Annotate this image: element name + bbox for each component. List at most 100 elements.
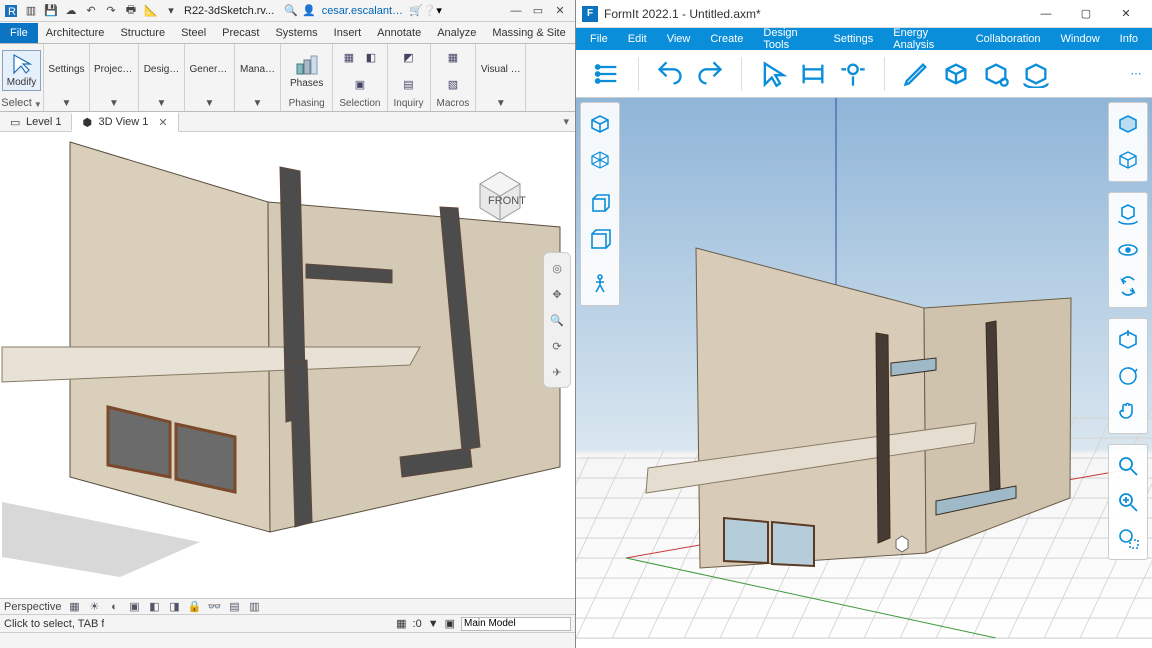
chevron-down-icon[interactable]: ▼ xyxy=(60,96,74,109)
selection-ids-icon[interactable]: ◧ xyxy=(362,49,380,67)
steering-wheel-icon[interactable]: ◎ xyxy=(546,257,568,279)
toolbar-overflow-icon[interactable]: ⋯ xyxy=(1126,55,1146,93)
zoom-icon[interactable]: 🔍 xyxy=(546,309,568,331)
zoom-fit-icon[interactable] xyxy=(1111,485,1145,519)
pan-icon[interactable]: ✥ xyxy=(546,283,568,305)
shadows-icon[interactable]: ◐ xyxy=(107,600,121,614)
tab-precast[interactable]: Precast xyxy=(214,23,267,43)
send-icon[interactable]: ✈ xyxy=(546,361,568,383)
main-model-dropdown[interactable] xyxy=(461,617,571,631)
qat-save-icon[interactable]: 💾 xyxy=(44,4,58,18)
orbit-icon[interactable]: ⟳ xyxy=(546,335,568,357)
close-view-icon[interactable]: ✕ xyxy=(158,116,167,129)
box-perspective-icon[interactable] xyxy=(583,187,617,221)
selection-box-icon[interactable]: ▣ xyxy=(351,76,369,94)
qat-open-icon[interactable]: ▥ xyxy=(24,4,38,18)
tab-insert[interactable]: Insert xyxy=(326,23,370,43)
tab-architecture[interactable]: Architecture xyxy=(38,23,113,43)
qat-home-icon[interactable]: ▾ xyxy=(164,4,178,18)
menu-settings[interactable]: Settings xyxy=(823,30,883,48)
search-icon[interactable]: 🔍 xyxy=(284,4,298,17)
sun-path-icon[interactable]: ☀ xyxy=(87,600,101,614)
modify-tool[interactable]: Modify xyxy=(2,50,41,91)
walk-icon[interactable] xyxy=(583,267,617,301)
tab-systems[interactable]: Systems xyxy=(267,23,325,43)
cube-turn-icon[interactable] xyxy=(1017,55,1055,93)
hand-rotate-icon[interactable] xyxy=(1111,359,1145,393)
pencil-icon[interactable] xyxy=(897,55,935,93)
3d-view-icon[interactable] xyxy=(1111,143,1145,177)
filter-icon[interactable]: ▼ xyxy=(428,618,439,630)
visual-style-icon[interactable]: ▦ xyxy=(67,600,81,614)
cart-icon[interactable]: 🛒 xyxy=(409,4,423,17)
revit-user[interactable]: cesar.escalant… xyxy=(322,5,403,17)
macro-icon[interactable]: ▦ xyxy=(444,49,462,67)
formit-viewport[interactable] xyxy=(576,98,1152,638)
selection-filter-icon[interactable]: ▦ xyxy=(340,49,358,67)
qat-undo-icon[interactable]: ↶ xyxy=(84,4,98,18)
crop-region-icon[interactable]: ◨ xyxy=(167,600,181,614)
close-button[interactable]: ✕ xyxy=(549,2,571,20)
viewcube-label[interactable]: FRONT xyxy=(488,195,526,207)
menu-file[interactable]: File xyxy=(580,30,618,48)
chevron-down-icon[interactable]: ▼ xyxy=(251,96,265,109)
cube-plus-icon[interactable] xyxy=(937,55,975,93)
qat-print-icon[interactable]: 🖶 xyxy=(124,4,138,18)
qat-measure-icon[interactable]: 📐 xyxy=(144,4,158,18)
section-icon[interactable] xyxy=(794,55,832,93)
swivel-icon[interactable] xyxy=(1111,269,1145,303)
menu-create[interactable]: Create xyxy=(700,30,753,48)
chevron-down-icon[interactable]: ▼ xyxy=(203,96,217,109)
undo-icon[interactable] xyxy=(651,55,689,93)
lock-icon[interactable]: 🔒 xyxy=(187,600,201,614)
menu-edit[interactable]: Edit xyxy=(618,30,657,48)
wireframe-icon[interactable] xyxy=(583,143,617,177)
minimize-button[interactable]: — xyxy=(505,2,527,20)
app-menu-icon[interactable]: R xyxy=(4,4,18,18)
workset-icon[interactable]: ▣ xyxy=(445,617,455,630)
rendering-icon[interactable]: ▣ xyxy=(127,600,141,614)
look-icon[interactable] xyxy=(1111,233,1145,267)
crop-icon[interactable]: ◧ xyxy=(147,600,161,614)
top-view-icon[interactable] xyxy=(1111,107,1145,141)
zoom-icon[interactable] xyxy=(1111,449,1145,483)
revit-viewport[interactable]: FRONT ◎ ✥ 🔍 ⟳ ✈ xyxy=(0,132,575,598)
redo-icon[interactable] xyxy=(691,55,729,93)
inquiry2-icon[interactable]: ▤ xyxy=(400,76,418,94)
menu-view[interactable]: View xyxy=(657,30,701,48)
tab-analyze[interactable]: Analyze xyxy=(429,23,484,43)
tab-massing[interactable]: Massing & Site xyxy=(484,23,573,43)
chevron-down-icon[interactable]: ▼ xyxy=(155,96,169,109)
temp-hide-icon[interactable]: 👓 xyxy=(207,600,221,614)
tab-steel[interactable]: Steel xyxy=(173,23,214,43)
qat-redo-icon[interactable]: ↷ xyxy=(104,4,118,18)
menu-collab[interactable]: Collaboration xyxy=(966,30,1051,48)
macro2-icon[interactable]: ▧ xyxy=(444,76,462,94)
help-icon[interactable]: ❔▾ xyxy=(423,4,442,17)
maximize-button[interactable]: ▭ xyxy=(527,2,549,20)
view-tab-level1[interactable]: ▭ Level 1 xyxy=(0,114,72,130)
phases-tool[interactable]: Phases xyxy=(285,51,328,92)
user-icon[interactable]: 👤 xyxy=(302,4,316,17)
select-links-icon[interactable]: ▦ xyxy=(396,617,406,630)
tab-structure[interactable]: Structure xyxy=(112,23,173,43)
minimize-button[interactable]: — xyxy=(1026,2,1066,26)
close-button[interactable]: ✕ xyxy=(1106,2,1146,26)
zoom-selection-icon[interactable] xyxy=(1111,521,1145,555)
navcube-icon[interactable] xyxy=(583,107,617,141)
box-ortho-icon[interactable] xyxy=(583,223,617,257)
qat-sync-icon[interactable]: ☁ xyxy=(64,4,78,18)
reveal-icon[interactable]: ▤ xyxy=(227,600,241,614)
chevron-down-icon[interactable]: ▼ xyxy=(34,100,42,109)
perspective-label[interactable]: Perspective xyxy=(4,601,61,613)
tab-file[interactable]: File xyxy=(0,23,38,43)
menu-info[interactable]: Info xyxy=(1110,30,1148,48)
inquiry-icon[interactable]: ◩ xyxy=(400,49,418,67)
tab-annotate[interactable]: Annotate xyxy=(369,23,429,43)
sun-icon[interactable] xyxy=(834,55,872,93)
hand-icon[interactable] xyxy=(1111,395,1145,429)
views-dropdown-icon[interactable]: ▾ xyxy=(557,115,575,128)
menu-window[interactable]: Window xyxy=(1051,30,1110,48)
maximize-button[interactable]: ▢ xyxy=(1066,2,1106,26)
select-arrow-icon[interactable] xyxy=(754,55,792,93)
